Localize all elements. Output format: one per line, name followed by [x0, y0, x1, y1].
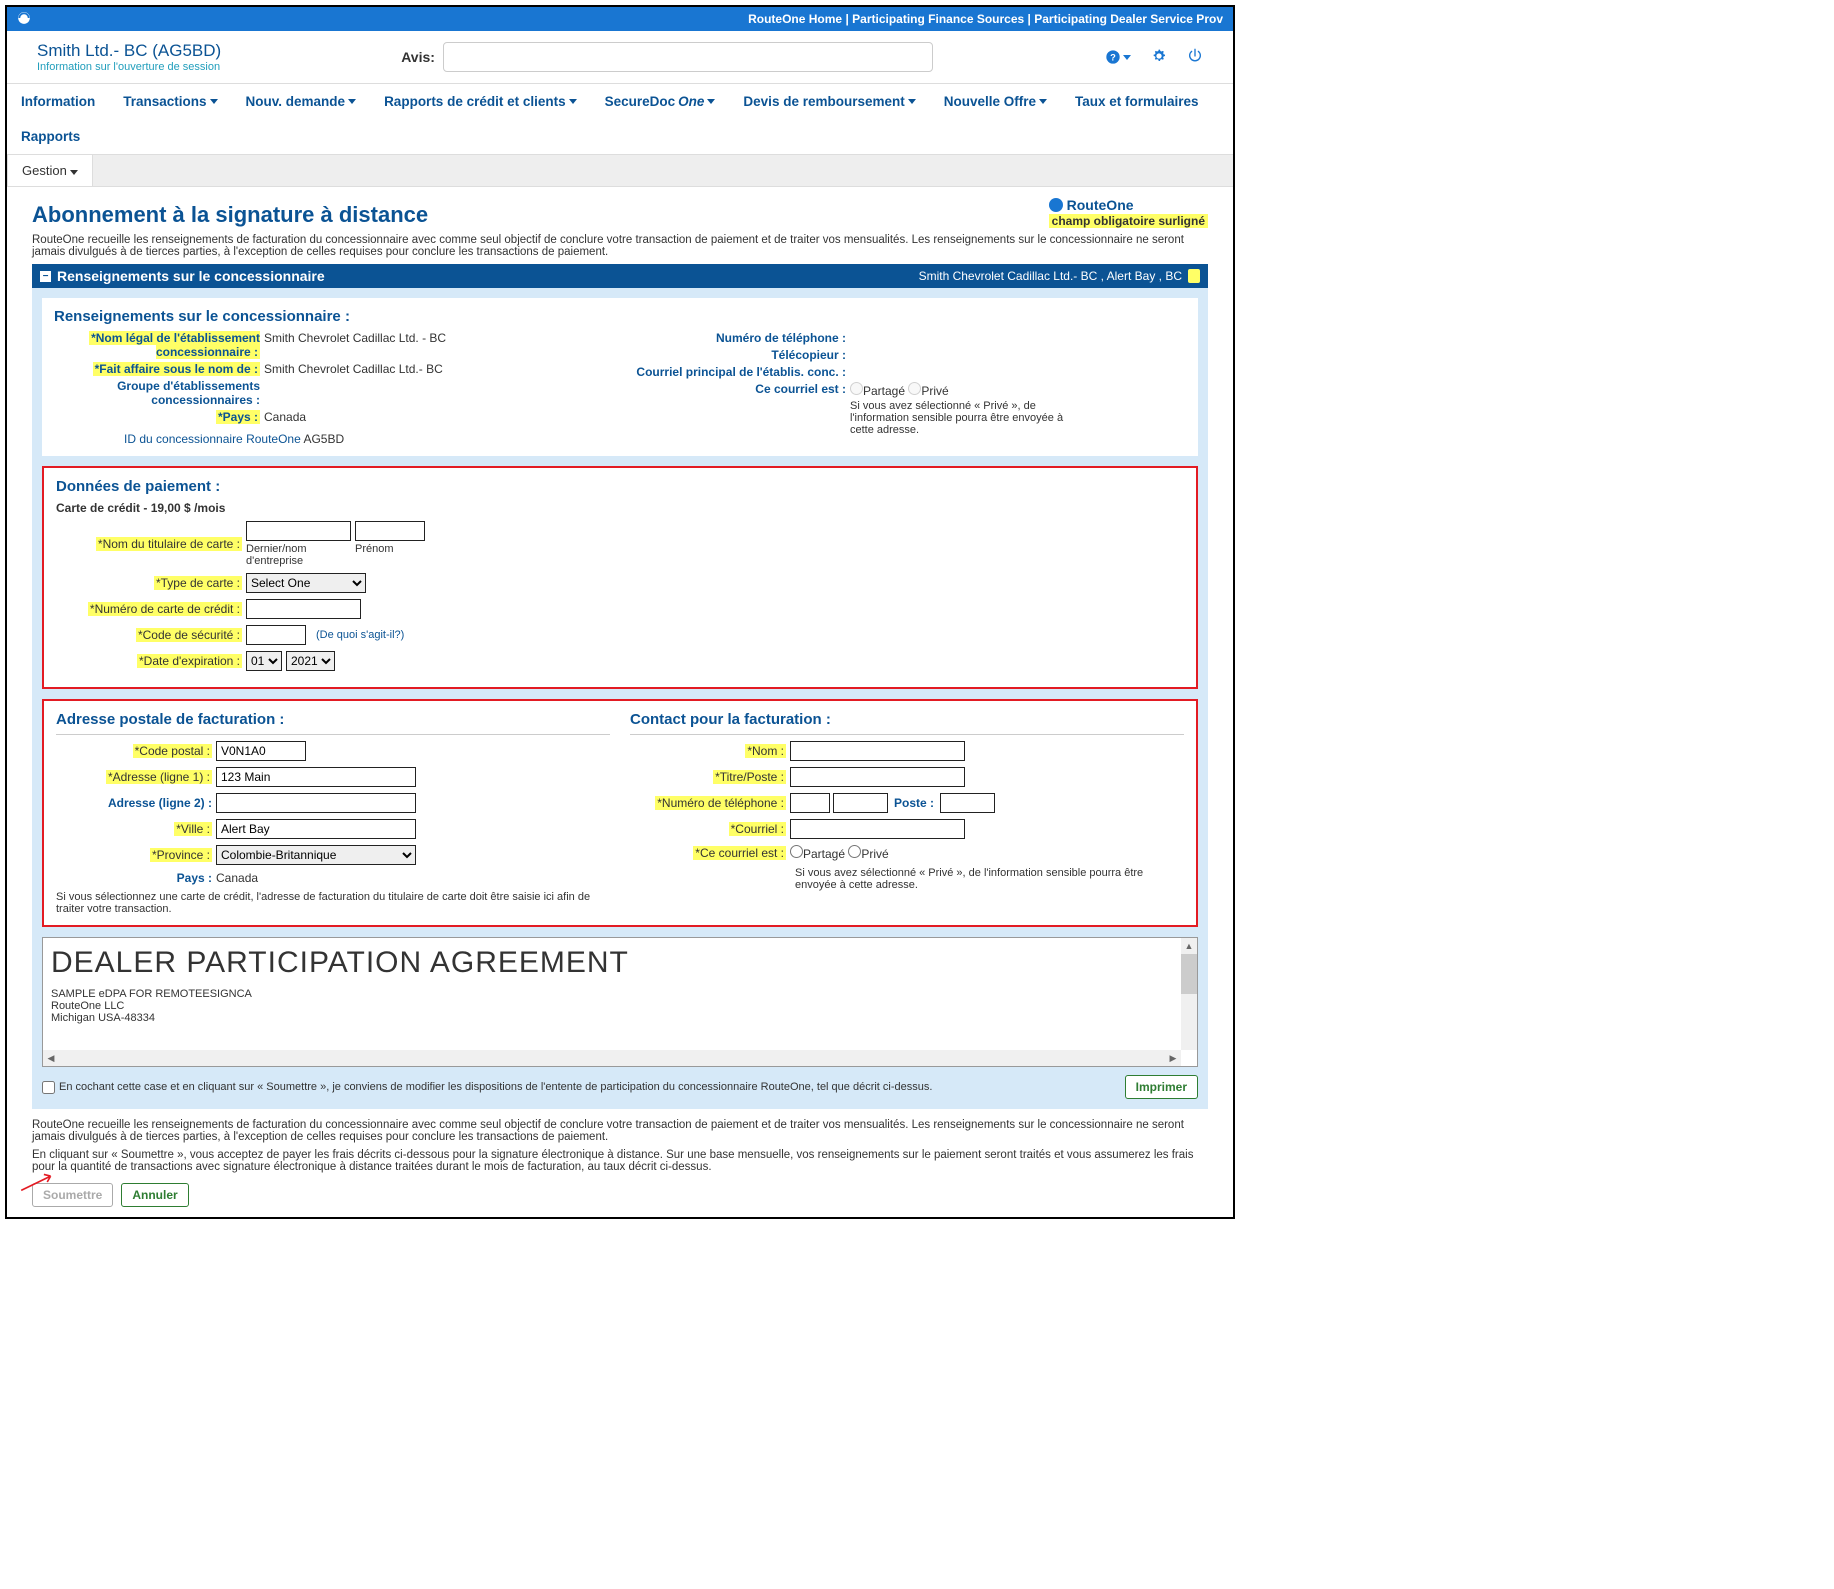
card-type-select[interactable]: Select One	[246, 573, 366, 593]
security-code-help-link[interactable]: (De quoi s'agit-il?)	[316, 629, 404, 641]
contact-name-input[interactable]	[790, 741, 965, 761]
dealer-section-title: Renseignements sur le concessionnaire :	[54, 308, 1186, 325]
contact-radio-shared[interactable]	[790, 845, 803, 858]
annotation-arrow-icon	[17, 1168, 59, 1199]
exp-month-select[interactable]: 01	[246, 651, 282, 671]
contact-title: Contact pour la facturation :	[630, 711, 1184, 728]
link-finance-sources[interactable]: Participating Finance Sources	[852, 12, 1024, 26]
caret-icon	[569, 99, 577, 104]
power-icon[interactable]	[1187, 48, 1203, 67]
avis-label: Avis:	[401, 49, 435, 65]
country-value: Canada	[264, 410, 306, 424]
agree-text: En cochant cette case et en cliquant sur…	[59, 1081, 932, 1093]
print-button[interactable]: Imprimer	[1125, 1075, 1198, 1099]
payment-section: Données de paiement : Carte de crédit - …	[42, 466, 1198, 689]
nav-information[interactable]: Information	[7, 84, 109, 119]
contact-title-input[interactable]	[790, 767, 965, 787]
city-input[interactable]	[216, 819, 416, 839]
scrollbar-horizontal[interactable]: ◀ ▶	[43, 1050, 1181, 1066]
agreement-line1: SAMPLE eDPA FOR REMOTEESIGNCA	[51, 988, 1189, 1000]
contact-radio-private[interactable]	[848, 845, 861, 858]
legal-name-value: Smith Chevrolet Cadillac Ltd. - BC	[264, 331, 446, 345]
scrollbar-vertical[interactable]: ▲	[1181, 938, 1197, 1050]
page-title: Abonnement à la signature à distance	[32, 202, 428, 228]
exp-year-select[interactable]: 2021	[286, 651, 335, 671]
agreement-title: DEALER PARTICIPATION AGREEMENT	[51, 946, 1189, 980]
dba-value: Smith Chevrolet Cadillac Ltd.- BC	[264, 362, 443, 376]
cardholder-first-input[interactable]	[355, 521, 425, 541]
caret-icon	[348, 99, 356, 104]
scroll-up-icon[interactable]: ▲	[1181, 938, 1197, 954]
payment-title: Données de paiement :	[56, 478, 1184, 495]
avis-input[interactable]	[443, 42, 933, 72]
app-logo-icon	[17, 11, 31, 28]
contact-phone-1[interactable]	[790, 793, 830, 813]
nav-rapports-credit[interactable]: Rapports de crédit et clients	[370, 84, 591, 119]
agreement-line2: RouteOne LLC	[51, 1000, 1189, 1012]
dealer-name: Smith Ltd.- BC (AG5BD)	[37, 41, 221, 61]
billing-contact-section: Adresse postale de facturation : *Code p…	[42, 699, 1198, 927]
billing-note: Si vous sélectionnez une carte de crédit…	[56, 891, 610, 915]
contact-email-input[interactable]	[790, 819, 965, 839]
caret-icon	[70, 170, 78, 175]
security-code-input[interactable]	[246, 625, 306, 645]
agree-checkbox[interactable]	[42, 1081, 55, 1094]
caret-icon	[1039, 99, 1047, 104]
scroll-left-icon[interactable]: ◀	[43, 1050, 59, 1066]
footer-note1: RouteOne recueille les renseignements de…	[32, 1119, 1208, 1143]
cancel-button[interactable]: Annuler	[121, 1183, 188, 1207]
required-highlight-note: champ obligatoire surligné	[1049, 214, 1208, 228]
contact-phone-ext[interactable]	[940, 793, 995, 813]
contact-phone-2[interactable]	[833, 793, 888, 813]
cc-number-input[interactable]	[246, 599, 361, 619]
addr2-input[interactable]	[216, 793, 416, 813]
radio-private	[908, 382, 921, 395]
nav-nouv-demande[interactable]: Nouv. demande	[232, 84, 371, 119]
scroll-right-icon[interactable]: ▶	[1165, 1050, 1181, 1066]
routeone-logo: RouteOne	[1049, 197, 1208, 213]
help-icon[interactable]: ?	[1105, 49, 1131, 65]
session-info[interactable]: Information sur l'ouverture de session	[37, 61, 221, 73]
billing-title: Adresse postale de facturation :	[56, 711, 610, 728]
nav-gestion[interactable]: Gestion	[7, 155, 93, 186]
nav-rapports[interactable]: Rapports	[7, 119, 94, 154]
nav-securedocone[interactable]: SecureDocOne	[591, 84, 730, 119]
nav-transactions[interactable]: Transactions	[109, 84, 231, 119]
billing-country-value: Canada	[216, 871, 258, 885]
caret-icon	[908, 99, 916, 104]
nav-devis[interactable]: Devis de remboursement	[729, 84, 929, 119]
cardholder-last-input[interactable]	[246, 521, 351, 541]
agreement-box: DEALER PARTICIPATION AGREEMENT SAMPLE eD…	[42, 937, 1198, 1067]
topbar: RouteOne Home | Participating Finance So…	[7, 7, 1233, 31]
link-dealer-service[interactable]: Participating Dealer Service Prov	[1034, 12, 1223, 26]
nav-nouvelle-offre[interactable]: Nouvelle Offre	[930, 84, 1061, 119]
province-select[interactable]: Colombie-Britannique	[216, 845, 416, 865]
note-icon[interactable]	[1188, 269, 1200, 283]
contact-email-note: Si vous avez sélectionné « Privé », de l…	[795, 867, 1184, 891]
radio-shared	[850, 382, 863, 395]
footer-note2: En cliquant sur « Soumettre », vous acce…	[32, 1149, 1208, 1173]
nav-taux[interactable]: Taux et formulaires	[1061, 84, 1213, 119]
dealer-id-value: AG5BD	[303, 432, 344, 446]
link-home[interactable]: RouteOne Home	[748, 12, 842, 26]
svg-text:?: ?	[1110, 52, 1116, 62]
addr1-input[interactable]	[216, 767, 416, 787]
caret-icon	[210, 99, 218, 104]
caret-icon	[707, 99, 715, 104]
agreement-line3: Michigan USA-48334	[51, 1012, 1189, 1024]
dealer-location-text: Smith Chevrolet Cadillac Ltd.- BC , Aler…	[919, 269, 1182, 283]
section-header-dealer: − Renseignements sur le concessionnaire …	[32, 264, 1208, 288]
intro-text: RouteOne recueille les renseignements de…	[32, 234, 1208, 258]
cc-subtitle: Carte de crédit - 19,00 $ /mois	[56, 501, 1184, 515]
gear-icon[interactable]	[1151, 48, 1167, 67]
collapse-icon[interactable]: −	[40, 271, 51, 282]
logo-circle-icon	[1049, 198, 1063, 212]
email-note: Si vous avez sélectionné « Privé », de l…	[850, 400, 1070, 436]
zip-input[interactable]	[216, 741, 306, 761]
